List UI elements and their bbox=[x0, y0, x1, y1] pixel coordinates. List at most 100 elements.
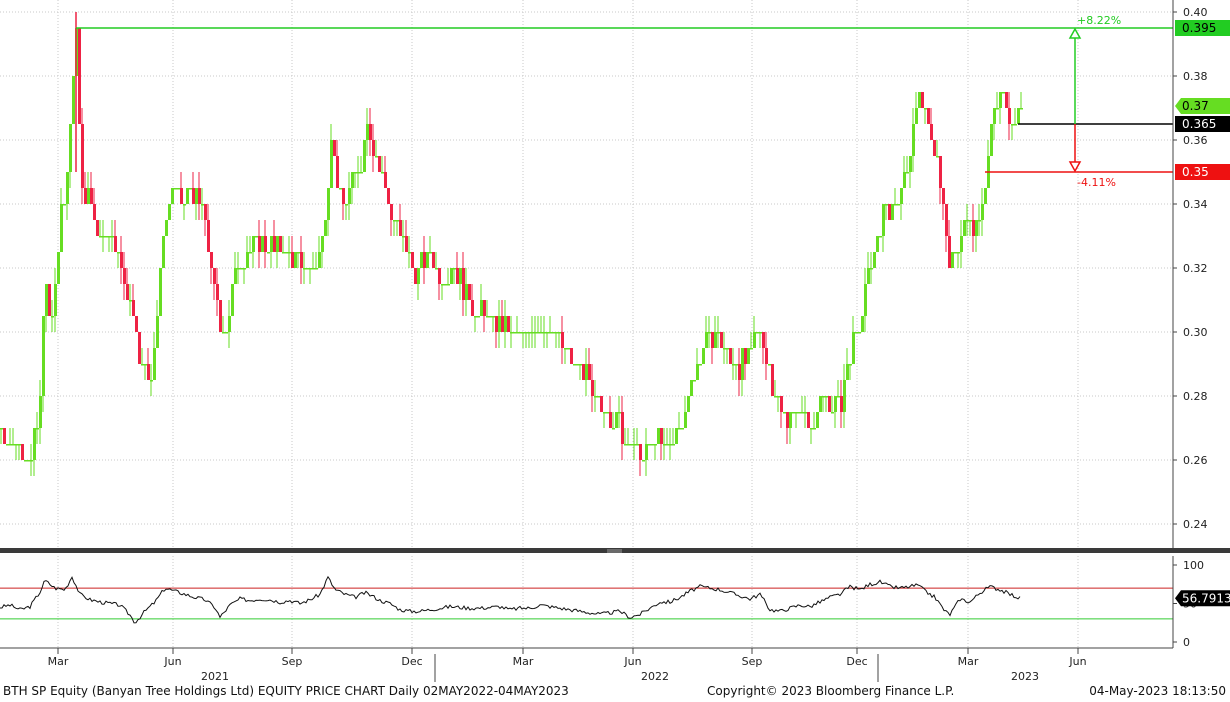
price-bar bbox=[939, 156, 942, 188]
price-bar bbox=[102, 236, 105, 238]
price-bar bbox=[849, 364, 852, 366]
price-bar bbox=[321, 236, 324, 252]
price-bar bbox=[957, 252, 960, 254]
price-bar bbox=[735, 364, 738, 366]
price-bar bbox=[264, 236, 267, 252]
price-bar bbox=[819, 396, 822, 412]
year-label: 2023 bbox=[1011, 670, 1039, 682]
price-bar bbox=[681, 428, 684, 430]
price-bar bbox=[159, 268, 162, 316]
price-bar bbox=[126, 284, 129, 300]
price-bar bbox=[582, 364, 585, 380]
price-bar bbox=[786, 412, 789, 428]
price-tick-label: 0.26 bbox=[1183, 454, 1208, 467]
price-bar bbox=[225, 332, 228, 334]
price-bar bbox=[372, 140, 375, 156]
price-bar bbox=[123, 268, 126, 284]
price-bar bbox=[336, 156, 339, 188]
price-bar bbox=[114, 236, 117, 252]
price-bar bbox=[510, 332, 513, 334]
price-bar bbox=[1020, 108, 1023, 110]
price-bar bbox=[558, 332, 561, 334]
price-bar bbox=[912, 124, 915, 156]
price-bar bbox=[27, 460, 30, 462]
price-bar bbox=[813, 428, 816, 430]
price-bar bbox=[507, 316, 510, 332]
price-bar bbox=[72, 76, 75, 124]
price-bar bbox=[414, 268, 417, 284]
price-bar bbox=[759, 332, 762, 334]
price-bar bbox=[906, 172, 909, 174]
price-bar bbox=[936, 156, 939, 158]
price-bar bbox=[579, 364, 582, 366]
price-bar bbox=[294, 252, 297, 268]
price-bar bbox=[498, 316, 501, 332]
price-bar bbox=[711, 332, 714, 348]
price-bar bbox=[606, 412, 609, 414]
price-bar bbox=[567, 348, 570, 350]
price-bar bbox=[684, 412, 687, 428]
price-bar bbox=[300, 252, 303, 268]
price-bar bbox=[339, 188, 342, 190]
price-bar bbox=[165, 220, 168, 236]
price-bar bbox=[918, 92, 921, 108]
price-bar bbox=[150, 380, 153, 382]
price-bar bbox=[843, 380, 846, 412]
price-tick-label: 0.24 bbox=[1183, 518, 1208, 531]
price-bar bbox=[360, 172, 363, 174]
price-bar bbox=[39, 396, 42, 428]
price-bar bbox=[168, 204, 171, 220]
price-bar bbox=[420, 252, 423, 268]
price-bar bbox=[993, 108, 996, 124]
price-bar bbox=[777, 396, 780, 398]
month-label: Dec bbox=[401, 655, 422, 668]
price-bar bbox=[93, 204, 96, 220]
price-bar bbox=[366, 124, 369, 140]
price-bar bbox=[342, 188, 345, 204]
price-bar bbox=[882, 204, 885, 236]
price-bar bbox=[549, 332, 552, 334]
price-bar bbox=[648, 444, 651, 446]
price-bar bbox=[120, 252, 123, 268]
price-bar bbox=[156, 316, 159, 348]
price-bar bbox=[48, 284, 51, 316]
price-bar bbox=[291, 252, 294, 268]
price-bar bbox=[537, 332, 540, 334]
price-bar bbox=[888, 204, 891, 220]
price-bar bbox=[624, 444, 627, 446]
price-bar bbox=[333, 140, 336, 156]
price-bar bbox=[741, 348, 744, 380]
price-bar bbox=[963, 220, 966, 236]
price-bar bbox=[450, 268, 453, 284]
price-bar bbox=[846, 364, 849, 380]
price-bar bbox=[627, 444, 630, 446]
price-bar bbox=[111, 236, 114, 238]
price-bar bbox=[273, 236, 276, 252]
low-target-pct: -4.11% bbox=[1077, 176, 1116, 189]
price-bar bbox=[243, 268, 246, 270]
price-bar bbox=[732, 364, 735, 366]
price-bar bbox=[174, 188, 177, 190]
price-bar bbox=[870, 268, 873, 270]
price-bar bbox=[612, 428, 615, 430]
price-bar bbox=[588, 364, 591, 380]
price-bar bbox=[657, 428, 660, 444]
price-bar bbox=[351, 172, 354, 188]
price-bar bbox=[540, 332, 543, 334]
price-levels: +8.22% -4.11% bbox=[76, 14, 1173, 189]
price-bar bbox=[267, 252, 270, 254]
price-bar bbox=[783, 412, 786, 414]
price-bar bbox=[501, 316, 504, 332]
price-bar bbox=[1005, 92, 1008, 108]
price-bar bbox=[129, 300, 132, 302]
price-bar bbox=[489, 316, 492, 318]
price-bar bbox=[780, 396, 783, 412]
price-bar bbox=[444, 284, 447, 286]
price-bar bbox=[297, 252, 300, 254]
price-bar bbox=[63, 204, 66, 206]
price-bar bbox=[177, 188, 180, 190]
price-bar bbox=[519, 332, 522, 334]
price-bar bbox=[381, 172, 384, 174]
price-bar bbox=[390, 204, 393, 220]
price-bar bbox=[459, 268, 462, 284]
